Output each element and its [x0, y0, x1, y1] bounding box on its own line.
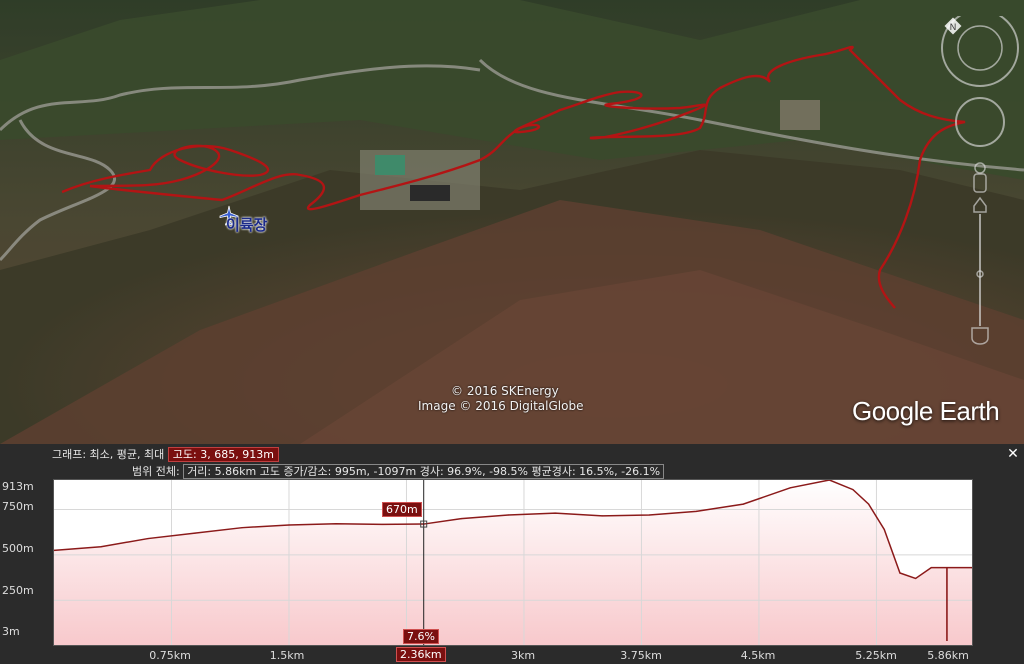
elevation-profile-panel: 그래프: 최소, 평균, 최대 고도: 3, 685, 913m 범위 전체: …: [0, 444, 1024, 664]
elevation-point: [648, 514, 650, 516]
range-stats: 거리: 5.86km 고도 증가/감소: 995m, -1097m 경사: 96…: [183, 464, 665, 479]
x-tick-label: 0.75km: [149, 649, 191, 662]
elevation-point: [915, 577, 917, 580]
elevation-point: [288, 524, 290, 526]
close-profile-button[interactable]: ✕: [1006, 446, 1020, 462]
elevation-point: [241, 527, 243, 529]
elevation-point: [852, 489, 854, 491]
legend-graph-label: 그래프: 최소, 평균, 최대: [52, 448, 165, 461]
elevation-point: [930, 566, 932, 569]
y-tick-label: 750m: [2, 500, 34, 513]
legend-summary-row: 그래프: 최소, 평균, 최대 고도: 3, 685, 913m: [52, 446, 279, 462]
x-tick-label: 1.5km: [269, 649, 305, 662]
cursor-elevation-tag: 670m: [382, 502, 422, 517]
copyright-credit-digitalglobe: Image © 2016 DigitalGlobe: [418, 399, 584, 413]
y-tick-label: 913m: [2, 480, 34, 493]
y-tick-label: 250m: [2, 584, 34, 597]
legend-range-label: 범위 전체:: [132, 465, 180, 478]
elevation-point: [695, 510, 697, 512]
x-tick-label: 3km: [510, 649, 536, 662]
elevation-point: [100, 546, 102, 548]
altitude-stats: 고도: 3, 685, 913m: [167, 447, 279, 462]
elevation-point: [601, 515, 603, 517]
elevation-point: [899, 572, 901, 574]
elevation-point: [742, 503, 744, 505]
elevation-point: [460, 518, 462, 520]
x-tick-label: 4.5km: [740, 649, 776, 662]
street-view-pegman-icon[interactable]: [973, 162, 987, 193]
elevation-area: [54, 480, 972, 645]
y-tick-label: 500m: [2, 542, 34, 555]
elevation-chart[interactable]: [53, 479, 973, 646]
navigation-controls: N: [941, 16, 1019, 345]
copyright-credit-skenergy: © 2016 SKEnergy: [451, 384, 559, 398]
elevation-point: [194, 532, 196, 534]
cursor-slope-tag: 7.6%: [403, 629, 439, 644]
legend-range-row: 범위 전체: 거리: 5.86km 고도 증가/감소: 995m, -1097m…: [132, 463, 665, 479]
google-earth-logo: Google Earth: [852, 396, 1000, 426]
elevation-point: [789, 487, 791, 489]
elevation-point: [335, 523, 337, 525]
elevation-point: [554, 512, 556, 514]
elevation-point: [868, 503, 870, 505]
elevation-point: [147, 537, 149, 540]
elevation-point: [382, 523, 384, 526]
y-tick-label: 3m: [2, 625, 20, 638]
elevation-point: [507, 514, 509, 516]
north-arrow-icon[interactable]: N: [944, 17, 962, 35]
cursor-distance-tag: 2.36km: [396, 647, 446, 662]
zoom-slider-icon[interactable]: [971, 196, 989, 345]
launch-site-label[interactable]: 이륙장: [226, 214, 267, 235]
svg-text:N: N: [950, 22, 957, 32]
elevation-chart-svg: [53, 479, 973, 645]
elevation-point: [883, 528, 885, 531]
earth-map-view[interactable]: 이륙장 © 2016 SKEnergy Image © 2016 Digital…: [0, 0, 1024, 444]
x-tick-label: 3.75km: [620, 649, 662, 662]
terrain-imagery: [0, 0, 1024, 444]
x-tick-label: 5.25km: [855, 649, 897, 662]
move-joystick-icon[interactable]: [955, 97, 1005, 147]
x-tick-label: 5.86km: [927, 649, 969, 662]
